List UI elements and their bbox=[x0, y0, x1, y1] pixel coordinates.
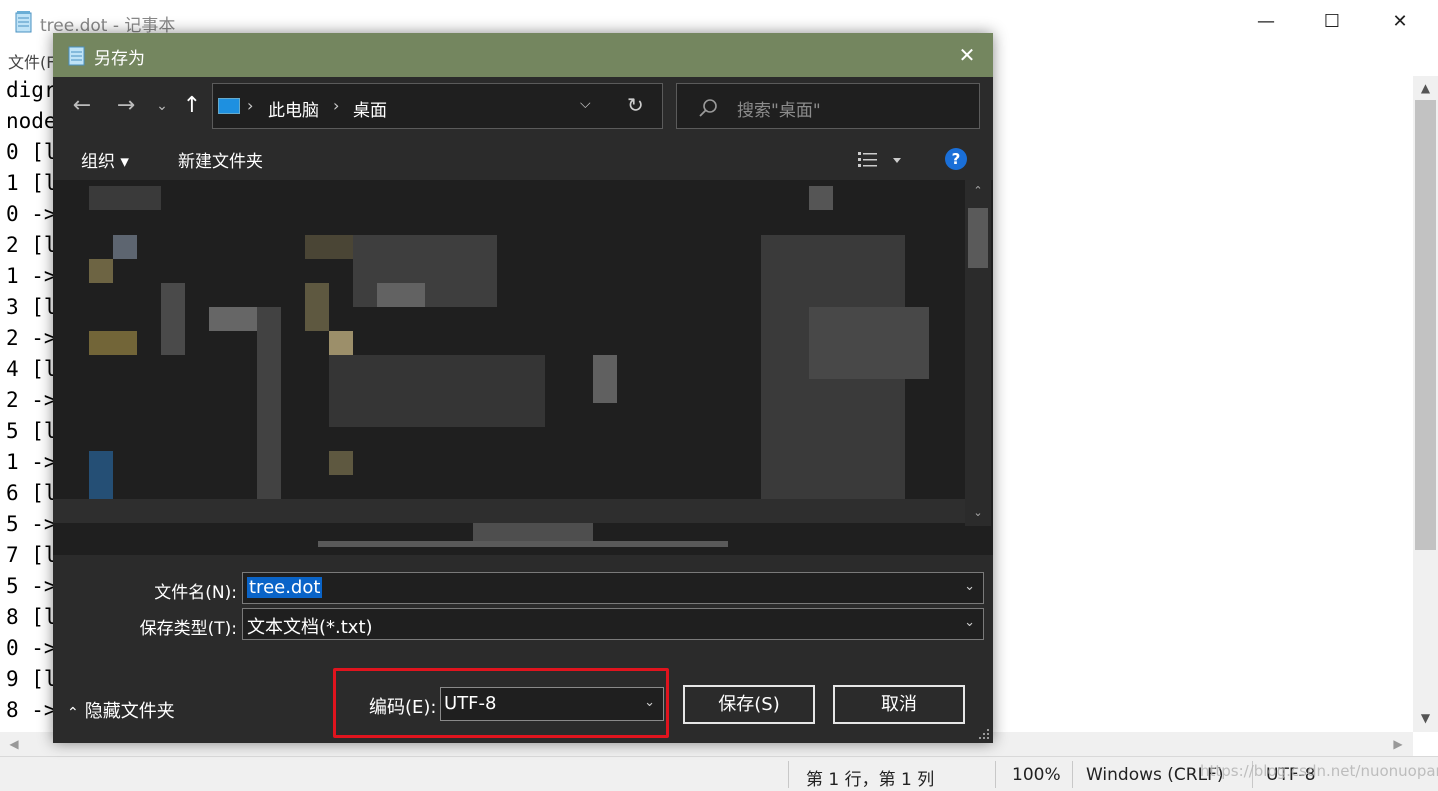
cancel-button[interactable]: 取消 bbox=[833, 685, 965, 724]
notepad-doc-icon bbox=[68, 46, 85, 66]
save-as-dialog: 另存为 ✕ ← → ⌄ ↑ › 此电脑 › 桌面 ⌵ ↻ 搜索"桌面" 组织 ▾… bbox=[53, 33, 993, 743]
status-separator bbox=[995, 761, 996, 788]
filetype-label: 保存类型(T): bbox=[139, 619, 237, 639]
pixel-block bbox=[761, 235, 905, 523]
forward-arrow-icon[interactable]: → bbox=[111, 91, 141, 121]
hide-folders-toggle[interactable]: ⌃ 隐藏文件夹 bbox=[67, 697, 175, 723]
hide-folders-label: 隐藏文件夹 bbox=[84, 701, 175, 722]
pixel-block bbox=[89, 186, 161, 210]
chevron-down-icon[interactable]: ⌄ bbox=[964, 579, 975, 594]
file-list-vertical-scrollbar[interactable]: ⌃ ⌄ bbox=[965, 180, 991, 526]
pixel-block bbox=[257, 307, 281, 499]
up-arrow-icon[interactable]: ↑ bbox=[177, 91, 207, 121]
pixel-block bbox=[89, 259, 113, 283]
pixel-block bbox=[89, 331, 137, 355]
status-cursor-position: 第 1 行，第 1 列 bbox=[806, 770, 935, 790]
new-folder-button[interactable]: 新建文件夹 bbox=[178, 147, 263, 172]
maximize-button[interactable]: ☐ bbox=[1312, 4, 1352, 40]
watermark-text: https://blog.csdn.net/nuonuopan8 bbox=[1200, 762, 1438, 780]
scroll-right-icon[interactable]: ▶ bbox=[1386, 732, 1410, 756]
pixel-block bbox=[53, 499, 965, 523]
chevron-up-icon: ⌃ bbox=[67, 705, 79, 721]
scroll-up-icon[interactable]: ⌃ bbox=[965, 184, 991, 197]
address-dropdown-chevron-icon[interactable]: ⌵ bbox=[580, 96, 591, 112]
close-button[interactable]: ✕ bbox=[1380, 4, 1420, 40]
status-separator bbox=[788, 761, 789, 788]
this-pc-icon bbox=[218, 98, 240, 114]
pixel-block bbox=[329, 355, 545, 427]
breadcrumb-chevron-icon[interactable]: › bbox=[247, 96, 253, 115]
editor-line: 2 -> bbox=[6, 388, 57, 412]
dialog-title-bar: 另存为 ✕ bbox=[53, 33, 993, 77]
dialog-close-icon[interactable]: ✕ bbox=[949, 39, 985, 71]
scroll-left-icon[interactable]: ◀ bbox=[2, 732, 26, 756]
editor-line: node bbox=[6, 109, 57, 133]
save-button[interactable]: 保存(S) bbox=[683, 685, 815, 724]
pixel-block bbox=[113, 235, 137, 259]
scrollbar-thumb[interactable] bbox=[318, 541, 728, 547]
organize-menu-button[interactable]: 组织 ▾ bbox=[81, 147, 129, 172]
editor-line: 1 -> bbox=[6, 450, 57, 474]
scroll-down-icon[interactable]: ⌄ bbox=[965, 506, 991, 519]
address-bar[interactable]: › 此电脑 › 桌面 ⌵ ↻ bbox=[212, 83, 663, 129]
pixel-block bbox=[809, 307, 929, 379]
breadcrumb-desktop[interactable]: 桌面 bbox=[353, 96, 387, 121]
pixel-block bbox=[809, 186, 833, 210]
search-box[interactable]: 搜索"桌面" bbox=[676, 83, 980, 129]
refresh-icon[interactable]: ↻ bbox=[627, 93, 644, 117]
notepad-app-icon bbox=[15, 11, 32, 33]
pixel-block bbox=[353, 235, 497, 307]
search-placeholder: 搜索"桌面" bbox=[737, 101, 821, 121]
minimize-button[interactable]: — bbox=[1246, 4, 1286, 40]
filename-label: 文件名(N): bbox=[154, 583, 237, 603]
resize-grip-icon[interactable] bbox=[977, 727, 991, 741]
editor-vertical-scrollbar[interactable]: ▲ ▼ bbox=[1413, 76, 1438, 732]
search-icon bbox=[699, 99, 717, 117]
scroll-up-icon[interactable]: ▲ bbox=[1413, 76, 1438, 100]
editor-line: 5 -> bbox=[6, 574, 57, 598]
recent-locations-chevron-icon[interactable]: ⌄ bbox=[147, 91, 177, 121]
pixel-block bbox=[305, 283, 329, 331]
pixel-block bbox=[377, 283, 425, 307]
pixel-block bbox=[89, 451, 113, 499]
pixel-block bbox=[161, 283, 185, 355]
encoding-value: UTF-8 bbox=[444, 693, 497, 714]
view-options-icon[interactable] bbox=[856, 149, 906, 173]
pixel-block bbox=[305, 235, 353, 259]
dialog-title: 另存为 bbox=[94, 49, 145, 69]
editor-line: 0 -> bbox=[6, 202, 57, 226]
filetype-value: 文本文档(*.txt) bbox=[247, 617, 373, 638]
editor-line: 8 -> bbox=[6, 698, 57, 722]
filename-input[interactable]: tree.dot ⌄ bbox=[242, 572, 984, 604]
file-list-horizontal-scrollbar[interactable] bbox=[83, 533, 963, 555]
scrollbar-thumb[interactable] bbox=[1415, 100, 1436, 550]
back-arrow-icon[interactable]: ← bbox=[67, 91, 97, 121]
help-icon[interactable]: ? bbox=[945, 148, 967, 170]
editor-line: 1 -> bbox=[6, 264, 57, 288]
editor-line: 2 -> bbox=[6, 326, 57, 350]
editor-line: 5 -> bbox=[6, 512, 57, 536]
scroll-down-icon[interactable]: ▼ bbox=[1413, 706, 1438, 730]
status-zoom: 100% bbox=[1012, 765, 1061, 785]
pixel-block bbox=[329, 331, 353, 355]
breadcrumb-this-pc[interactable]: 此电脑 bbox=[268, 96, 319, 121]
chevron-down-icon[interactable]: ⌄ bbox=[964, 615, 975, 630]
encoding-select[interactable]: UTF-8 ⌄ bbox=[440, 687, 664, 721]
file-list-pixelated[interactable] bbox=[53, 180, 993, 555]
pixel-block bbox=[329, 451, 353, 475]
chevron-down-icon[interactable]: ⌄ bbox=[644, 695, 655, 710]
status-separator bbox=[1072, 761, 1073, 788]
pixel-block bbox=[209, 307, 257, 331]
pixel-block bbox=[593, 355, 617, 403]
breadcrumb-chevron-icon[interactable]: › bbox=[333, 96, 339, 115]
scrollbar-thumb[interactable] bbox=[968, 208, 988, 268]
filetype-select[interactable]: 文本文档(*.txt) ⌄ bbox=[242, 608, 984, 640]
encoding-label: 编码(E): bbox=[369, 697, 437, 718]
filename-value: tree.dot bbox=[247, 577, 323, 598]
editor-line: 0 -> bbox=[6, 636, 57, 660]
